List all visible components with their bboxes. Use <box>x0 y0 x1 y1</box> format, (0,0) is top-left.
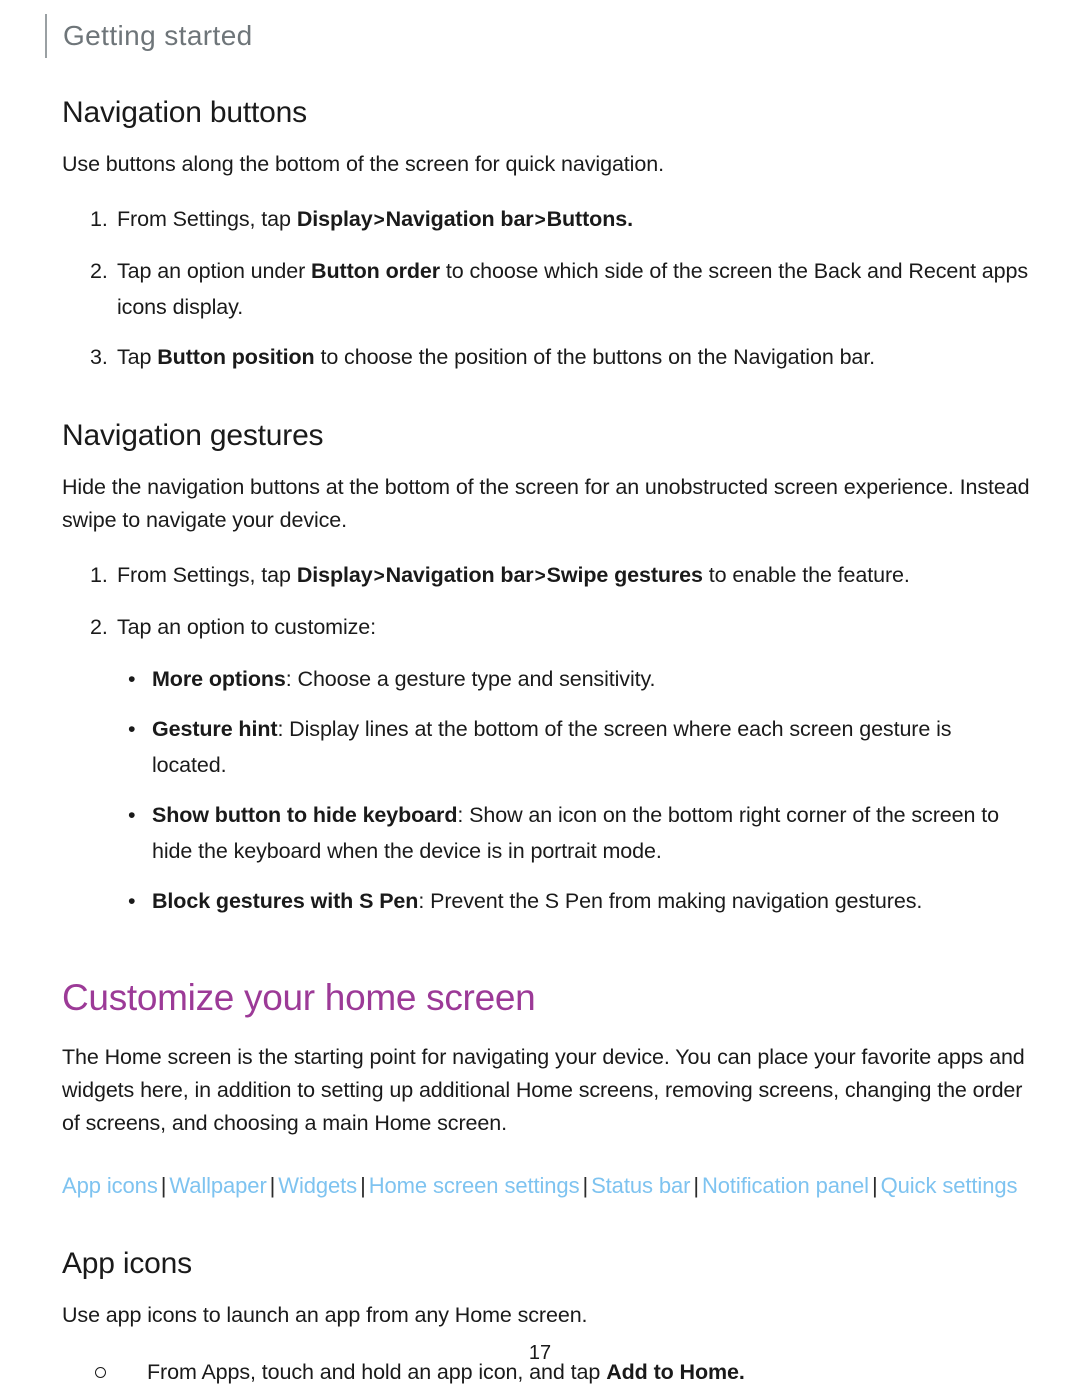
navigation-buttons-steps: 1. From Settings, tap Display>Navigation b… <box>62 201 1030 375</box>
intro-navigation-buttons: Use buttons along the bottom of the scre… <box>62 152 664 176</box>
list-item: • Show button to hide keyboard: Show an i… <box>128 797 1030 869</box>
breadcrumb-separator: > <box>534 210 546 231</box>
step-bold-display: Display <box>296 207 373 231</box>
bullet-dot: • <box>128 889 136 913</box>
heading-navigation-gestures: Navigation gestures <box>62 419 324 452</box>
list-item: 3. Tap Button position to choose the posi… <box>62 339 1030 375</box>
link-separator: | <box>269 1173 276 1198</box>
bullet-dot: • <box>128 803 136 827</box>
link-separator: | <box>582 1173 589 1198</box>
list-item: 1. From Settings, tap Display>Navigation b… <box>62 201 1030 239</box>
list-marker: 2. <box>90 615 108 639</box>
list-marker: 1. <box>90 207 108 231</box>
breadcrumb-separator: > <box>373 566 385 587</box>
list-item: • Gesture hint: Display lines at the bott… <box>128 711 1030 783</box>
intro-navigation-gestures: Hide the navigation buttons at the botto… <box>62 475 1030 532</box>
page-content: Navigation buttons Use buttons along the… <box>62 96 1030 1390</box>
step-bold-swipe-gestures: Swipe gestures <box>546 563 703 587</box>
link-separator: | <box>871 1173 878 1198</box>
bullet-dot: • <box>128 717 136 741</box>
link-separator: | <box>693 1173 699 1198</box>
navigation-gestures-options: • More options: Choose a gesture type and… <box>128 661 1030 919</box>
link-status-bar[interactable]: Status bar <box>591 1173 690 1198</box>
link-widgets[interactable]: Widgets <box>278 1173 357 1198</box>
option-label-more-options: More options <box>152 667 286 691</box>
option-label-block-gestures-s-pen: Block gestures with S Pen <box>152 889 419 913</box>
step-bold-navigation-bar: Navigation bar <box>385 207 534 231</box>
heading-customize-home-screen: Customize your home screen <box>62 977 536 1018</box>
link-separator: | <box>160 1173 167 1198</box>
intro-app-icons: Use app icons to launch an app from any … <box>62 1303 588 1327</box>
step-bold-navigation-bar: Navigation bar <box>385 563 534 587</box>
heading-navigation-buttons: Navigation buttons <box>62 96 307 129</box>
link-home-screen-settings[interactable]: Home screen settings <box>369 1173 580 1198</box>
list-marker: 2. <box>90 259 108 283</box>
list-marker: 3. <box>90 345 108 369</box>
step-text-before-icon: From Settings, tap <box>117 207 291 231</box>
link-wallpaper[interactable]: Wallpaper <box>169 1173 266 1198</box>
running-header: Getting started <box>45 14 253 58</box>
breadcrumb-separator: > <box>373 210 385 231</box>
list-item: 2. Tap an option under Button order to ch… <box>62 253 1030 325</box>
header-rule-divider <box>45 14 47 58</box>
link-quick-settings[interactable]: Quick settings <box>881 1173 1018 1198</box>
option-description: : Choose a gesture type and sensitivity. <box>285 667 656 691</box>
option-label-show-button-hide-keyboard: Show button to hide keyboard <box>152 803 458 827</box>
step-text-before-icon: From Settings, tap <box>117 563 291 587</box>
step-text-a: Tap an option to customize: <box>117 615 377 639</box>
option-label-gesture-hint: Gesture hint <box>152 717 278 741</box>
list-marker: 1. <box>90 563 108 587</box>
document-page: Getting started Navigation buttons Use b… <box>0 0 1080 1397</box>
step-bold-button-position: Button position <box>157 345 315 369</box>
step-bold-display: Display <box>296 563 373 587</box>
step-bold-buttons: Buttons. <box>546 207 633 231</box>
step-text-after: to enable the feature. <box>702 563 910 587</box>
navigation-gestures-steps: 1. From Settings, tap Display>Navigation b… <box>62 557 1030 645</box>
heading-app-icons: App icons <box>62 1247 192 1280</box>
hollow-circle-bullet <box>95 1367 106 1378</box>
list-item: 1. From Settings, tap Display>Navigation b… <box>62 557 1030 595</box>
list-item: • More options: Choose a gesture type and… <box>128 661 1030 697</box>
related-topics-links: App icons | Wallpaper | Widgets | Home screen … <box>62 1168 1030 1203</box>
option-description: : Prevent the S Pen from making navigati… <box>418 889 923 913</box>
link-separator: | <box>360 1173 366 1198</box>
page-number: 17 <box>528 1342 552 1364</box>
breadcrumb-separator: > <box>534 566 546 587</box>
step-text-a: Tap an option under <box>117 259 312 283</box>
step-text-a: Tap <box>117 345 158 369</box>
step-bold-button-order: Button order <box>311 259 441 283</box>
list-item: • Block gestures with S Pen: Prevent the … <box>128 883 1030 919</box>
bullet-dot: • <box>128 667 136 691</box>
list-item: 2. Tap an option to customize: <box>62 609 1030 645</box>
link-notification-panel[interactable]: Notification panel <box>702 1173 869 1198</box>
link-app-icons[interactable]: App icons <box>62 1173 158 1198</box>
intro-customize-home-screen: The Home screen is the starting point fo… <box>62 1045 1025 1135</box>
step-text-b: to choose the position of the buttons on… <box>314 345 876 369</box>
running-header-title: Getting started <box>63 20 253 51</box>
